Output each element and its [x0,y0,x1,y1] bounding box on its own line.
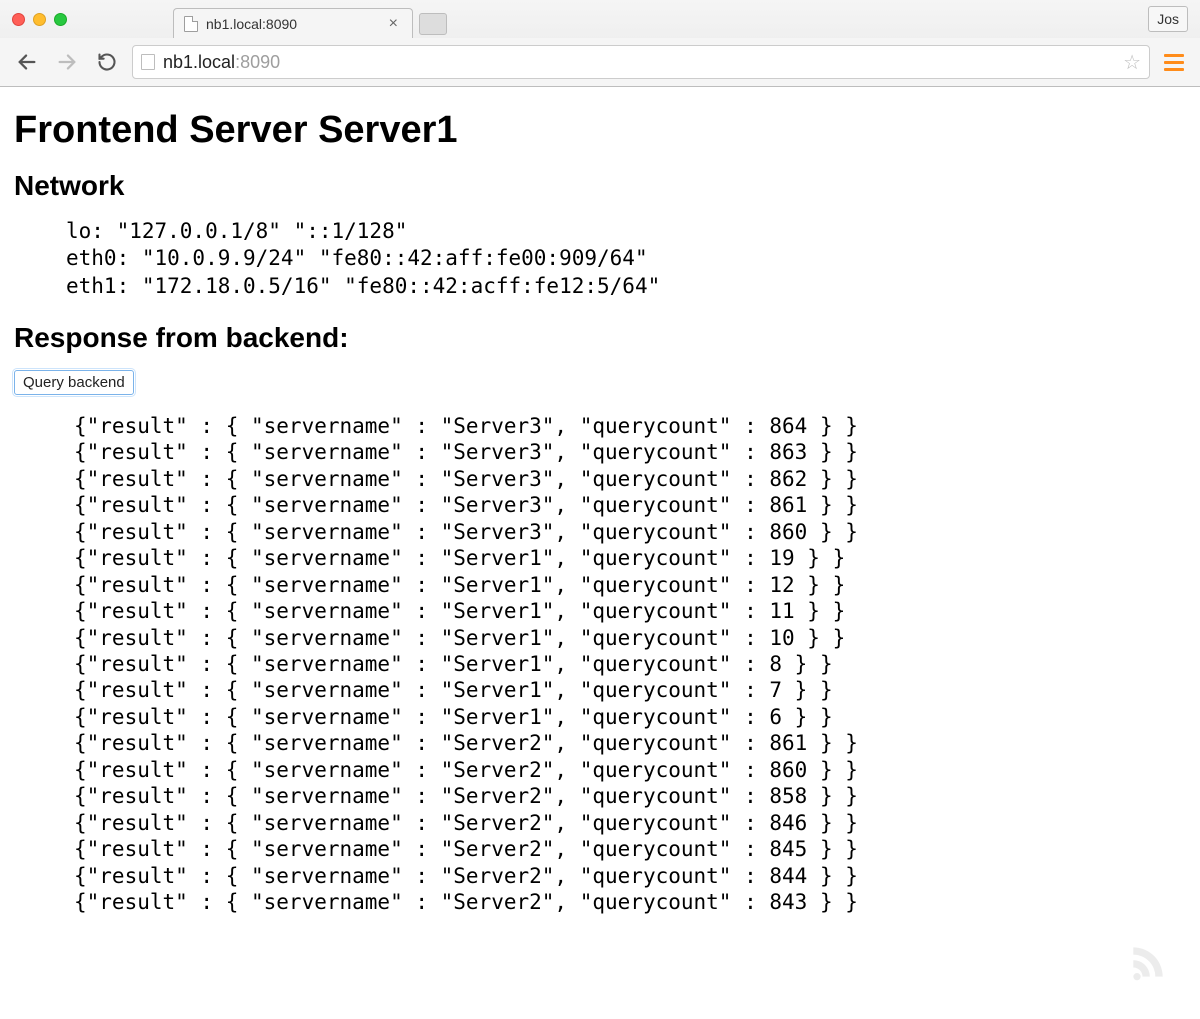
network-info: lo: "127.0.0.1/8" "::1/128" eth0: "10.0.… [66,218,1186,300]
minimize-window-button[interactable] [33,13,46,26]
results-output: {"result" : { "servername" : "Server3", … [74,413,1186,916]
toolbar: nb1.local:8090 ☆ [0,38,1200,86]
url-host: nb1.local [163,52,235,72]
page-title: Frontend Server Server1 [14,109,1186,152]
menu-button[interactable] [1160,50,1188,75]
url-port: :8090 [235,52,280,72]
arrow-right-icon [56,51,78,73]
profile-button[interactable]: Jos [1148,6,1188,32]
close-window-button[interactable] [12,13,25,26]
address-bar[interactable]: nb1.local:8090 ☆ [132,45,1150,79]
window-controls [12,13,67,26]
bookmark-star-icon[interactable]: ☆ [1123,50,1141,75]
page-icon [184,16,198,32]
new-tab-button[interactable] [419,13,447,35]
response-heading: Response from backend: [14,322,1186,354]
rss-watermark-icon [1126,940,1170,989]
browser-chrome: nb1.local:8090 × Jos nb1.local:8090 ☆ [0,0,1200,87]
hamburger-line [1164,68,1184,71]
url-text: nb1.local:8090 [163,52,280,73]
maximize-window-button[interactable] [54,13,67,26]
profile-label: Jos [1157,11,1179,27]
arrow-left-icon [16,51,38,73]
hamburger-line [1164,61,1184,64]
forward-button[interactable] [52,47,82,77]
tab-strip: nb1.local:8090 × [173,0,447,38]
tab-title: nb1.local:8090 [206,16,385,32]
reload-button[interactable] [92,47,122,77]
hamburger-line [1164,54,1184,57]
titlebar: nb1.local:8090 × Jos [0,0,1200,38]
page-content: Frontend Server Server1 Network lo: "127… [0,87,1200,928]
close-tab-icon[interactable]: × [385,15,402,33]
site-icon [141,54,155,70]
reload-icon [97,52,117,72]
network-heading: Network [14,170,1186,202]
back-button[interactable] [12,47,42,77]
tab-active[interactable]: nb1.local:8090 × [173,8,413,38]
query-backend-button[interactable]: Query backend [14,370,134,395]
